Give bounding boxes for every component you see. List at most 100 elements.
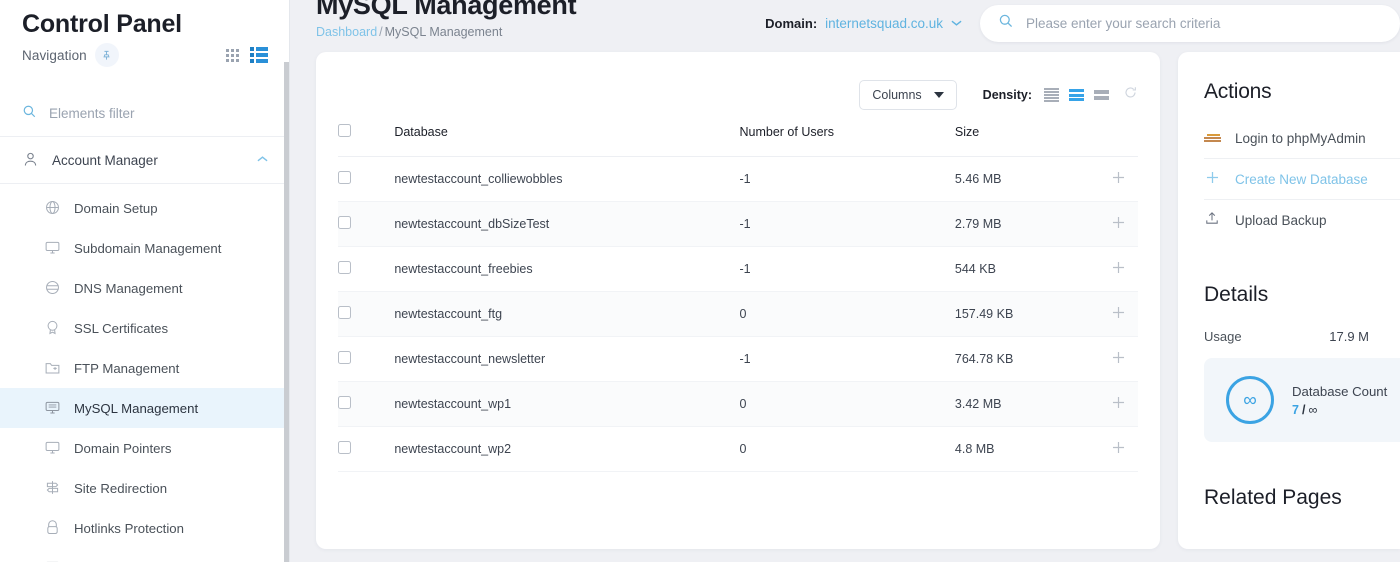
table-row[interactable]: newtestaccount_newsletter -1 764.78 KB — [338, 336, 1138, 382]
density-compact-button[interactable] — [1044, 88, 1059, 102]
sidebar-item-ssl-certificates[interactable]: SSL Certificates — [0, 308, 290, 348]
breadcrumb-current: MySQL Management — [384, 25, 503, 39]
plus-icon[interactable] — [1110, 351, 1127, 370]
search-input[interactable]: Please enter your search criteria — [980, 5, 1400, 42]
table-header-size[interactable]: Size — [954, 124, 1099, 157]
sidebar-item-label: FTP Management — [74, 360, 180, 376]
action-upload-backup[interactable]: Upload Backup — [1204, 200, 1400, 241]
usage-label: Usage — [1204, 329, 1242, 344]
table-cell-database: newtestaccount_newsletter — [394, 336, 740, 382]
sidebar-item-domain-pointers[interactable]: Domain Pointers — [0, 428, 290, 468]
table-cell-database: newtestaccount_wp2 — [394, 426, 740, 472]
table-cell-checkbox — [338, 201, 395, 247]
table-cell-action — [1098, 201, 1138, 247]
plus-icon[interactable] — [1110, 216, 1127, 235]
signpost-icon — [44, 479, 62, 497]
table-cell-checkbox — [338, 426, 395, 472]
plus-icon[interactable] — [1110, 306, 1127, 325]
list-view-icon[interactable] — [250, 47, 268, 63]
breadcrumb-separator: / — [379, 25, 383, 39]
plus-icon[interactable] — [1110, 396, 1127, 415]
infinity-icon: ∞ — [1226, 376, 1274, 424]
plus-icon — [1204, 169, 1223, 190]
density-control: Density: — [983, 85, 1138, 105]
row-checkbox[interactable] — [338, 351, 351, 364]
pin-icon[interactable] — [94, 43, 119, 67]
table-cell-database: newtestaccount_wp1 — [394, 381, 740, 427]
table-row[interactable]: newtestaccount_ftg 0 157.49 KB — [338, 291, 1138, 337]
sidebar-item-label: DNS Management — [74, 280, 183, 296]
actions-list: Login to phpMyAdmin Create New Database — [1204, 118, 1400, 241]
select-all-checkbox[interactable] — [338, 124, 351, 137]
dns-globe-icon — [44, 279, 62, 297]
chevron-up-icon[interactable] — [257, 154, 268, 166]
refresh-icon[interactable] — [1123, 85, 1138, 105]
plus-icon[interactable] — [1110, 261, 1127, 280]
sidebar-item-dns-management[interactable]: DNS Management — [0, 268, 290, 308]
table-cell-action — [1098, 291, 1138, 337]
row-checkbox[interactable] — [338, 306, 351, 319]
sidebar-item-list: Domain Setup Subdomain Management DNS Ma… — [0, 184, 290, 562]
table-row[interactable]: newtestaccount_freebies -1 544 KB — [338, 246, 1138, 292]
sidebar-item-site-redirection[interactable]: Site Redirection — [0, 468, 290, 508]
row-checkbox[interactable] — [338, 171, 351, 184]
table-cell-size: 764.78 KB — [954, 336, 1099, 382]
breadcrumb-dashboard[interactable]: Dashboard — [316, 25, 377, 39]
action-login-to-phpmyadmin[interactable]: Login to phpMyAdmin — [1204, 118, 1400, 159]
table-cell-users: -1 — [739, 336, 955, 382]
table-header-database[interactable]: Database — [394, 124, 740, 157]
sidebar-item-label: Domain Setup — [74, 200, 158, 216]
table-row[interactable]: newtestaccount_colliewobbles -1 5.46 MB — [338, 156, 1138, 202]
sidebar-item-php-settings[interactable]: PHP Settings — [0, 548, 290, 562]
topbar: MySQL Management Dashboard / MySQL Managem… — [290, 0, 1400, 52]
row-checkbox[interactable] — [338, 441, 351, 454]
plus-icon[interactable] — [1110, 171, 1127, 190]
sidebar-item-label: MySQL Management — [74, 400, 199, 416]
columns-button[interactable]: Columns — [859, 80, 957, 110]
sidebar-item-mysql-management[interactable]: MySQL Management — [0, 388, 290, 428]
search-icon — [22, 104, 37, 124]
globe-icon — [44, 199, 62, 217]
table-toolbar: Columns Density: — [338, 52, 1138, 124]
plus-icon[interactable] — [1110, 441, 1127, 460]
table-row[interactable]: newtestaccount_wp2 0 4.8 MB — [338, 426, 1138, 472]
table-cell-users: 0 — [739, 426, 955, 472]
domain-value[interactable]: internetsquad.co.uk — [825, 16, 943, 31]
sidebar-group-label: Account Manager — [52, 152, 158, 168]
table-cell-database: newtestaccount_dbSizeTest — [394, 201, 740, 247]
table-cell-database: newtestaccount_ftg — [394, 291, 740, 337]
table-cell-users: -1 — [739, 201, 955, 247]
domain-selector[interactable]: Domain: internetsquad.co.uk — [765, 16, 980, 31]
sidebar-item-ftp-management[interactable]: FTP Management — [0, 348, 290, 388]
sidebar-item-subdomain-management[interactable]: Subdomain Management — [0, 228, 290, 268]
table-cell-size: 5.46 MB — [954, 156, 1099, 202]
sidebar-item-domain-setup[interactable]: Domain Setup — [0, 188, 290, 228]
table-row[interactable]: newtestaccount_wp1 0 3.42 MB — [338, 381, 1138, 427]
sidebar-item-label: Subdomain Management — [74, 240, 222, 256]
database-count-text: Database Count 7/∞ — [1292, 384, 1387, 417]
table-row[interactable]: newtestaccount_dbSizeTest -1 2.79 MB — [338, 201, 1138, 247]
table-body: newtestaccount_colliewobbles -1 5.46 MB new… — [338, 156, 1138, 472]
density-standard-button[interactable] — [1069, 89, 1084, 101]
table-cell-action — [1098, 156, 1138, 202]
row-checkbox[interactable] — [338, 396, 351, 409]
sidebar-group-account-manager[interactable]: Account Manager — [0, 137, 290, 184]
sidebar-item-label: Domain Pointers — [74, 440, 172, 456]
row-checkbox[interactable] — [338, 261, 351, 274]
breadcrumb: Dashboard / MySQL Management — [316, 25, 576, 39]
density-comfortable-button[interactable] — [1094, 90, 1109, 100]
row-checkbox[interactable] — [338, 216, 351, 229]
chevron-down-icon[interactable] — [951, 18, 962, 30]
navigation-label: Navigation — [22, 47, 87, 63]
grid-view-icon[interactable] — [226, 48, 239, 62]
table-header-number-of-users[interactable]: Number of Users — [739, 124, 955, 157]
sidebar-item-label: SSL Certificates — [74, 320, 169, 336]
caret-down-icon — [933, 92, 944, 98]
content-area: Columns Density: Database Number of User… — [290, 52, 1400, 562]
database-table: Database Number of Users Size newtestacc… — [338, 124, 1138, 472]
database-count-limit: ∞ — [1308, 402, 1318, 417]
elements-filter-input[interactable]: Elements filter — [0, 91, 290, 137]
action-create-new-database[interactable]: Create New Database — [1204, 159, 1400, 200]
table-cell-size: 544 KB — [954, 246, 1099, 292]
sidebar-item-hotlinks-protection[interactable]: Hotlinks Protection — [0, 508, 290, 548]
